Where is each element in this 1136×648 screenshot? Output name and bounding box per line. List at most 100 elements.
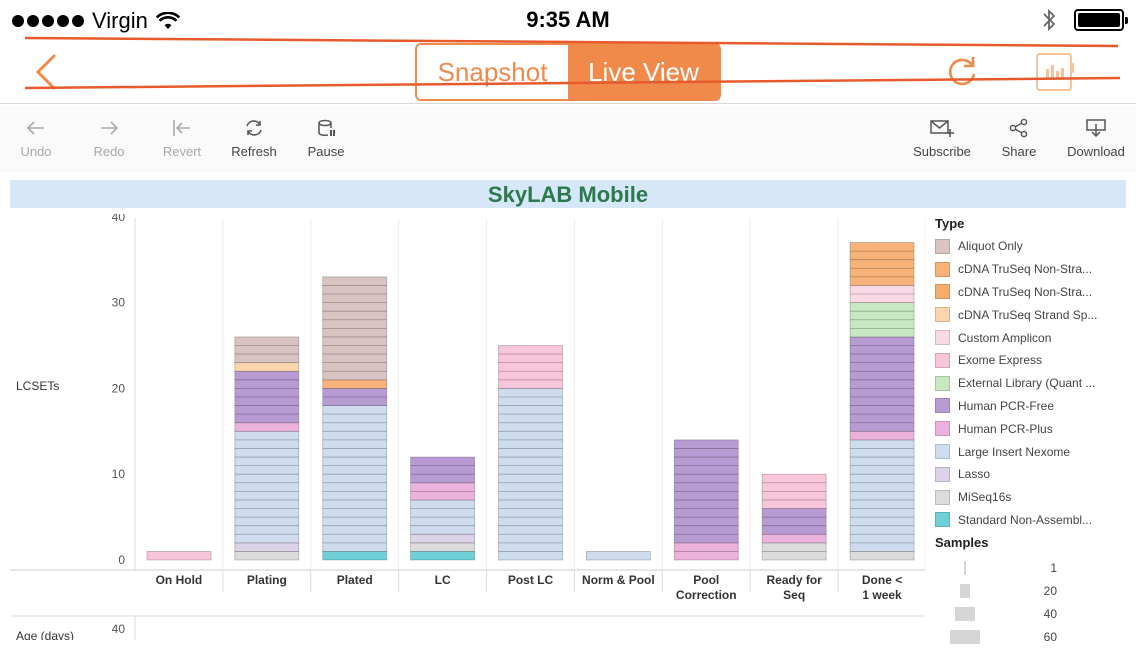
legend-swatch <box>935 284 950 300</box>
bar-segment <box>234 362 300 372</box>
samples-legend-item: 40 <box>935 602 1136 625</box>
legend-item[interactable]: Large Insert Nexome <box>935 440 1136 463</box>
lcset-chart-area: 0 10 20 30 40 LCSETs On Hold Plating Plated LC Pos… <box>10 210 927 643</box>
samples-value: 60 <box>1043 629 1057 644</box>
legend-samples-list: 1 20 40 60 <box>935 556 1136 648</box>
legend-item[interactable]: Lasso <box>935 463 1136 486</box>
redo-icon <box>101 121 119 135</box>
chart-icon[interactable] <box>1034 51 1076 93</box>
samples-size-swatch <box>935 560 995 575</box>
bar-segment <box>849 242 915 286</box>
legend-label: cDNA TruSeq Non-Stra... <box>958 284 1093 299</box>
legend-item[interactable]: Standard Non-Assembl... <box>935 509 1136 532</box>
legend-label: Aliquot Only <box>958 239 1023 254</box>
legend-swatch <box>935 330 950 346</box>
legend-label: External Library (Quant ... <box>958 376 1096 391</box>
nav-bar: Snapshot Live View <box>0 40 1136 104</box>
samples-value: 40 <box>1043 606 1057 621</box>
legend-item[interactable]: cDNA TruSeq Strand Sp... <box>935 303 1136 326</box>
legend-item[interactable]: Human PCR-Free <box>935 395 1136 418</box>
legend-label: MiSeq16s <box>958 490 1012 505</box>
status-bar: Virgin 9:35 AM <box>0 0 1136 40</box>
age-axis-label: Age (days) <box>16 629 74 640</box>
legend-item[interactable]: Custom Amplicon <box>935 326 1136 349</box>
legend-type-list: Aliquot Only cDNA TruSeq Non-Stra... cDNA … <box>935 235 1136 531</box>
legend-item[interactable]: Human PCR-Plus <box>935 417 1136 440</box>
legend-item[interactable]: cDNA TruSeq Non-Stra... <box>935 281 1136 304</box>
share-button[interactable]: Share <box>984 118 1054 159</box>
legend-label: Human PCR-Free <box>958 398 1055 413</box>
x-category-label: Plated <box>337 573 373 587</box>
live-view-segment[interactable]: Live View <box>568 45 719 99</box>
legend-item[interactable]: Exome Express <box>935 349 1136 372</box>
legend-swatch <box>935 398 950 414</box>
x-category-label: Norm & Pool <box>582 573 655 587</box>
legend-label: Large Insert Nexome <box>958 444 1071 459</box>
legend-item[interactable]: External Library (Quant ... <box>935 372 1136 395</box>
legend-item[interactable]: MiSeq16s <box>935 486 1136 509</box>
y-tick-label: 30 <box>112 296 126 310</box>
subscribe-label: Subscribe <box>913 144 971 159</box>
bar-segment <box>234 336 300 364</box>
snapshot-segment[interactable]: Snapshot <box>417 45 568 99</box>
samples-size-swatch <box>935 583 995 598</box>
refresh-label: Refresh <box>231 144 277 159</box>
undo-button[interactable]: Undo <box>1 118 71 159</box>
dashboard-toolbar: Undo Redo Revert Refresh Pause Subscribe… <box>0 106 1136 172</box>
bar-segment <box>761 508 827 535</box>
download-button[interactable]: Download <box>1061 118 1131 159</box>
pause-label: Pause <box>307 144 345 159</box>
download-icon <box>1086 119 1106 138</box>
x-category-label: Post LC <box>508 573 554 587</box>
samples-legend-item: 1 <box>935 556 1136 579</box>
bar-segment <box>146 551 212 561</box>
samples-value: 20 <box>1043 583 1057 598</box>
legend-swatch <box>935 307 950 323</box>
share-label: Share <box>1001 144 1037 159</box>
legend-swatch <box>935 352 950 368</box>
undo-icon <box>26 121 44 135</box>
redo-button[interactable]: Redo <box>74 118 144 159</box>
bar-segment <box>410 542 476 552</box>
legend-swatch <box>935 421 950 437</box>
y-tick-label: 20 <box>112 381 126 395</box>
bar-segment <box>761 533 827 544</box>
bar-segment <box>849 439 915 552</box>
bluetooth-icon <box>1043 8 1056 32</box>
y-tick-label: 10 <box>112 467 126 481</box>
samples-value: 1 <box>1050 560 1057 575</box>
pause-button[interactable]: Pause <box>291 118 361 159</box>
legend-label: Exome Express <box>958 353 1043 368</box>
bar-segment <box>410 456 476 484</box>
bar-segment <box>849 551 915 561</box>
legend-label: Human PCR-Plus <box>958 421 1053 436</box>
samples-legend-item: 20 <box>935 579 1136 602</box>
x-category-label: Done < <box>862 573 902 587</box>
mail-plus-icon <box>930 120 954 137</box>
legend-swatch <box>935 466 950 482</box>
bar-segment <box>498 345 563 389</box>
legend-label: Lasso <box>958 467 991 482</box>
bar-segment <box>322 551 388 561</box>
download-label: Download <box>1067 144 1125 159</box>
samples-size-swatch <box>935 606 995 621</box>
refresh-button[interactable]: Refresh <box>219 118 289 159</box>
legend-item[interactable]: cDNA TruSeq Non-Stra... <box>935 258 1136 281</box>
legend-label: Standard Non-Assembl... <box>958 512 1093 527</box>
status-right <box>1042 8 1128 32</box>
reload-icon[interactable] <box>942 52 982 92</box>
legend-swatch <box>935 261 950 277</box>
bar-segment <box>849 430 915 441</box>
dashboard-title: SkyLAB Mobile <box>10 180 1126 208</box>
y-axis-label: LCSETs <box>16 379 59 393</box>
bar-segment <box>234 430 300 544</box>
revert-button[interactable]: Revert <box>147 118 217 159</box>
back-chevron-icon[interactable] <box>30 52 60 92</box>
x-category-label: Ready for <box>766 573 822 587</box>
legend-label: cDNA TruSeq Strand Sp... <box>958 307 1098 322</box>
legend-swatch <box>935 444 950 460</box>
y-tick-label: 40 <box>112 214 126 224</box>
legend-item[interactable]: Aliquot Only <box>935 235 1136 258</box>
samples-size-swatch <box>935 629 995 644</box>
subscribe-button[interactable]: Subscribe <box>907 118 977 159</box>
